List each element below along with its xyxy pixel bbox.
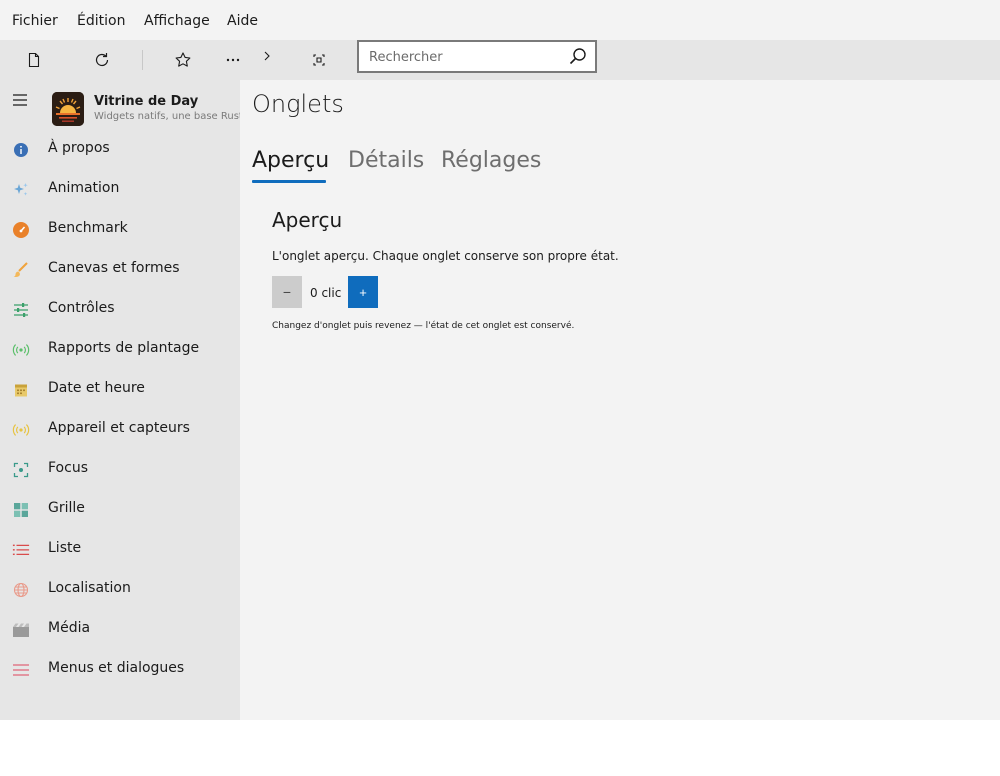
- expand-icon: [313, 54, 325, 66]
- new-file-icon: [28, 52, 40, 68]
- app-subtitle: Widgets natifs, une base Rust: [94, 111, 243, 122]
- search-input[interactable]: [369, 46, 554, 68]
- decrement-button[interactable]: −: [272, 276, 302, 308]
- sidebar-item-label: Canevas et formes: [48, 260, 180, 276]
- sidebar-item-label: À propos: [48, 140, 110, 156]
- sidebar-item-label: Grille: [48, 500, 85, 516]
- sidebar-item-animation[interactable]: Animation: [0, 169, 240, 209]
- sidebar-item-label: Focus: [48, 460, 88, 476]
- sidebar-item-label: Liste: [48, 540, 82, 556]
- favorite-button[interactable]: [169, 46, 197, 74]
- hamburger-button[interactable]: [10, 90, 30, 110]
- sparkle-icon: [12, 181, 30, 199]
- menu-lines-icon: [12, 661, 30, 679]
- sidebar-item-liste[interactable]: Liste: [0, 529, 240, 569]
- speedometer-icon: [12, 221, 30, 239]
- toolbar-separator: [142, 50, 143, 70]
- sliders-icon: [12, 301, 30, 319]
- sidebar-item-label: Rapports de plantage: [48, 340, 200, 356]
- list-icon: [12, 541, 30, 559]
- sidebar-item-controles[interactable]: Contrôles: [0, 289, 240, 329]
- state-hint: Changez d'onglet puis revenez — l'état d…: [272, 321, 575, 331]
- more-icon: [226, 58, 240, 62]
- menu-bar: Fichier Édition Affichage Aide: [0, 0, 1000, 40]
- globe-icon: [12, 581, 30, 599]
- page-title: Onglets: [252, 90, 344, 118]
- focus-icon: [12, 461, 30, 479]
- app-title: Vitrine de Day: [94, 94, 199, 109]
- search-icon: [569, 48, 586, 65]
- sidebar-item-label: Appareil et capteurs: [48, 420, 190, 436]
- brush-icon: [12, 261, 30, 279]
- sunrise-logo-icon: [52, 92, 84, 126]
- star-icon: [175, 52, 191, 67]
- app-logo: [52, 92, 84, 126]
- sidebar-item-canevas[interactable]: Canevas et formes: [0, 249, 240, 289]
- menu-aide[interactable]: Aide: [227, 12, 258, 30]
- sidebar-item-label: Animation: [48, 180, 120, 196]
- sidebar-item-label: Média: [48, 620, 91, 636]
- menu-edition[interactable]: Édition: [77, 12, 125, 30]
- refresh-button[interactable]: [88, 46, 116, 74]
- info-icon: [12, 141, 30, 159]
- click-count: 0 clic: [310, 286, 342, 300]
- sidebar-item-menus-dialogues[interactable]: Menus et dialogues: [0, 649, 240, 689]
- sidebar-item-appareil[interactable]: Appareil et capteurs: [0, 409, 240, 449]
- menu-affichage[interactable]: Affichage: [144, 12, 210, 30]
- sidebar-item-date-heure[interactable]: Date et heure: [0, 369, 240, 409]
- new-file-button[interactable]: [20, 46, 48, 74]
- sidebar-item-a-propos[interactable]: À propos: [0, 129, 240, 169]
- tab-reglages[interactable]: Réglages: [441, 148, 541, 173]
- film-icon: [12, 621, 30, 639]
- refresh-icon: [95, 53, 109, 67]
- tab-apercu[interactable]: Aperçu: [252, 148, 329, 173]
- broadcast-icon: [12, 341, 30, 359]
- sidebar-item-grille[interactable]: Grille: [0, 489, 240, 529]
- grid-icon: [12, 501, 30, 519]
- search-button[interactable]: [569, 47, 587, 69]
- menu-fichier[interactable]: Fichier: [12, 12, 58, 30]
- sensor-icon: [12, 421, 30, 439]
- sidebar-item-label: Contrôles: [48, 300, 115, 316]
- calendar-icon: [12, 381, 30, 399]
- sidebar-item-label: Benchmark: [48, 220, 128, 236]
- section-description: L'onglet aperçu. Chaque onglet conserve …: [272, 249, 619, 263]
- active-tab-indicator: [252, 180, 326, 183]
- toolbar: [0, 40, 1000, 80]
- sidebar-item-localisation[interactable]: Localisation: [0, 569, 240, 609]
- sidebar-item-benchmark[interactable]: Benchmark: [0, 209, 240, 249]
- sidebar-item-media[interactable]: Média: [0, 609, 240, 649]
- sidebar-item-rapports[interactable]: Rapports de plantage: [0, 329, 240, 369]
- hamburger-icon: [13, 94, 27, 106]
- sidebar-item-focus[interactable]: Focus: [0, 449, 240, 489]
- tab-details[interactable]: Détails: [348, 148, 424, 173]
- sidebar-item-label: Menus et dialogues: [48, 660, 185, 676]
- more-button[interactable]: [219, 46, 247, 74]
- chevron-right-icon: [264, 51, 270, 61]
- forward-button[interactable]: [253, 42, 281, 70]
- increment-button[interactable]: +: [348, 276, 378, 308]
- expand-button[interactable]: [305, 46, 333, 74]
- sidebar-item-label: Date et heure: [48, 380, 145, 396]
- sidebar-item-label: Localisation: [48, 580, 131, 596]
- main-content: Onglets Aperçu Détails Réglages Aperçu L…: [240, 80, 1000, 720]
- section-title: Aperçu: [272, 208, 343, 232]
- sidebar: Vitrine de Day Widgets natifs, une base …: [0, 80, 243, 720]
- search-box: [357, 40, 597, 73]
